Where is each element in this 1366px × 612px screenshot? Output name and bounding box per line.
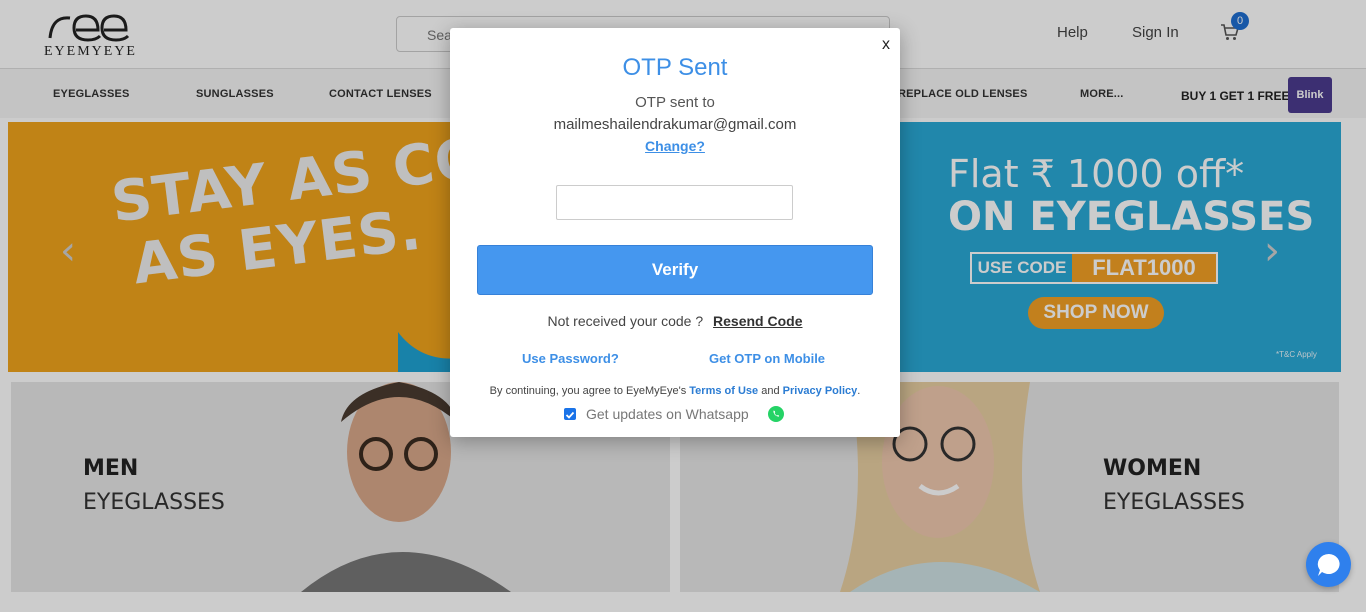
otp-input[interactable] <box>556 185 793 220</box>
not-received-text: Not received your code ? <box>547 313 704 329</box>
otp-email: mailmeshailendrakumar@gmail.com <box>553 116 797 133</box>
terms-of-use-link[interactable]: Terms of Use <box>689 385 758 397</box>
terms-end: . <box>857 385 861 397</box>
privacy-policy-link[interactable]: Privacy Policy <box>783 385 858 397</box>
checkmark-icon <box>565 411 575 419</box>
modal-title: OTP Sent <box>622 54 728 81</box>
otp-modal: x OTP Sent OTP sent to mailmeshailendrak… <box>450 28 900 437</box>
whatsapp-checkbox[interactable] <box>564 408 576 420</box>
terms-and: and <box>761 385 780 397</box>
terms-text: By continuing, you agree to EyeMyEye's T… <box>450 385 900 397</box>
whatsapp-glyph-icon <box>773 410 779 417</box>
whatsapp-icon <box>768 406 784 422</box>
terms-prefix: By continuing, you agree to EyeMyEye's <box>489 385 687 397</box>
change-email-link[interactable]: Change? <box>645 138 705 154</box>
verify-button[interactable]: Verify <box>477 245 873 295</box>
resend-code-link[interactable]: Resend Code <box>713 313 802 329</box>
otp-sent-text: OTP sent to <box>635 94 715 111</box>
change-email-link-row: Change? <box>450 138 900 154</box>
otp-on-mobile-link[interactable]: Get OTP on Mobile <box>709 351 825 366</box>
whatsapp-label: Get updates on Whatsapp <box>586 406 749 422</box>
close-icon[interactable]: x <box>882 36 890 54</box>
chat-widget-button[interactable] <box>1306 542 1351 587</box>
chat-icon <box>1317 553 1340 576</box>
resend-row: Not received your code ? Resend Code <box>450 313 900 329</box>
use-password-link[interactable]: Use Password? <box>522 351 619 366</box>
